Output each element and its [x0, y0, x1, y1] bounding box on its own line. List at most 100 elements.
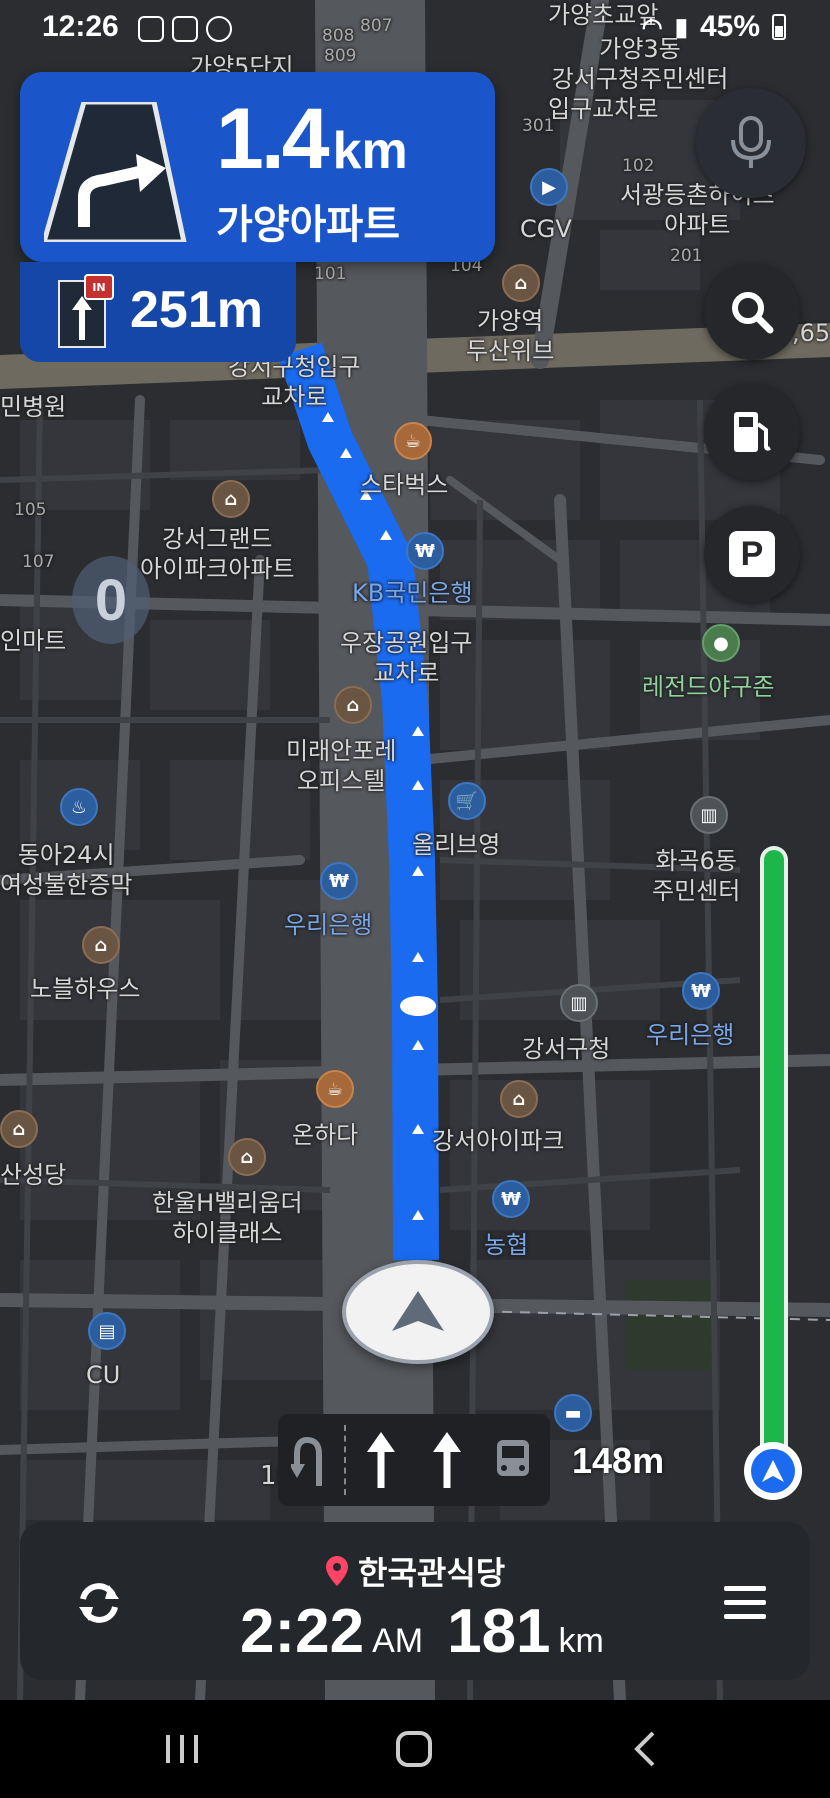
destination-name: 한국관식당 [358, 1554, 506, 1592]
turn-right-arrow-icon [44, 102, 187, 242]
status-right: ◠ ▮ 45% [642, 10, 786, 44]
map-label: 동아24시 여성불한증막 [0, 841, 133, 899]
building-icon[interactable]: ⌂ [82, 926, 120, 964]
reroute-icon [79, 1583, 119, 1623]
church-icon[interactable]: ⌂ [0, 1110, 38, 1148]
interchange-badge: IN [84, 274, 114, 300]
route-progress-fill [764, 850, 784, 1462]
hotel-icon[interactable]: ▬ [554, 1394, 592, 1432]
building-number: 107 [22, 552, 55, 572]
car-notification-icon [138, 16, 164, 42]
remaining-distance-unit: km [558, 1622, 604, 1660]
store-icon[interactable]: ▤ [88, 1312, 126, 1350]
map-label: 노블하우스 [30, 975, 141, 1003]
map-label: KB국민은행 [352, 579, 473, 607]
building-number: 101 [314, 264, 347, 284]
map-label: 인마트 [0, 627, 67, 655]
notification-icons [138, 16, 232, 42]
microphone-icon [731, 116, 771, 168]
map-label: 미래안포레 오피스텔 [286, 737, 397, 795]
back-button[interactable] [616, 1724, 676, 1774]
bank-icon[interactable]: ₩ [682, 972, 720, 1010]
building-icon[interactable]: ⌂ [334, 686, 372, 724]
turn-distance: 1.4 km [216, 90, 408, 189]
eta-row: 2:22 AM 181 km [240, 1596, 604, 1667]
speed-indicator: 0 [72, 556, 150, 644]
map-label: 입구교차로 [548, 95, 659, 123]
government-icon[interactable]: ▥ [560, 984, 598, 1022]
wifi-icon: ◠ [641, 13, 663, 41]
building-icon[interactable]: ⌂ [500, 1080, 538, 1118]
map-label: 우리은행 [284, 911, 373, 939]
government-icon[interactable]: ▥ [690, 796, 728, 834]
bank-icon[interactable]: ₩ [492, 1180, 530, 1218]
map-label: 스타벅스 [360, 471, 449, 499]
menu-button[interactable] [710, 1568, 780, 1638]
system-navigation-bar [0, 1700, 830, 1798]
building-number: 301 [522, 116, 555, 136]
gas-station-icon [734, 412, 771, 452]
map-label: 민병원 [0, 393, 67, 421]
moon-notification-icon [206, 16, 232, 42]
parking-icon: P [729, 531, 775, 577]
bank-icon[interactable]: ₩ [320, 862, 358, 900]
menu-icon [724, 1586, 766, 1619]
search-button[interactable] [704, 264, 800, 360]
recent-apps-button[interactable] [152, 1724, 212, 1774]
signal-icon: ▮ [674, 13, 688, 41]
vehicle-marker-icon [342, 1260, 494, 1364]
map-label: 올리브영 [412, 831, 501, 859]
home-button[interactable] [384, 1724, 444, 1774]
bank-icon[interactable]: ₩ [406, 532, 444, 570]
building-number: 102 [622, 156, 655, 176]
turn-destination: 가양아파트 [216, 202, 400, 248]
map-label: 산성당 [0, 1161, 67, 1189]
sauna-icon[interactable]: ♨ [60, 788, 98, 826]
map-label: 강서구청 [522, 1035, 611, 1063]
map-label: 강서그랜드 아이파크아파트 [140, 525, 295, 583]
lane-distance: 148m [572, 1440, 665, 1481]
battery-percent: 45% [699, 10, 760, 43]
straight-lane-icon [348, 1414, 414, 1506]
home-icon [396, 1731, 432, 1767]
gas-station-button[interactable] [704, 384, 800, 480]
map-label: 가양역 두산위브 [466, 307, 555, 365]
route-progress-bar [760, 846, 788, 1466]
parking-button[interactable]: P [704, 506, 800, 602]
turn-guidance-card[interactable]: 1.4 km 가양아파트 [20, 72, 495, 262]
cafe-icon[interactable]: ☕ [316, 1070, 354, 1108]
movie-icon[interactable]: ▶ [530, 168, 568, 206]
voice-button[interactable] [696, 88, 806, 198]
u-turn-lane-icon [278, 1414, 344, 1506]
cafe-icon[interactable]: ☕ [394, 422, 432, 460]
next-guidance-card[interactable]: IN 251m [20, 262, 296, 362]
building-icon[interactable]: ⌂ [502, 264, 540, 302]
lane-guidance [278, 1414, 550, 1506]
status-bar: 12:26 ◠ ▮ 45% [0, 0, 830, 64]
straight-lane-icon [414, 1414, 480, 1506]
map-label: CGV [520, 215, 572, 243]
turn-distance-unit: km [332, 122, 408, 180]
search-icon [732, 292, 774, 334]
shopping-icon[interactable]: 🛒 [448, 782, 486, 820]
building-number: 105 [14, 500, 47, 520]
map-label: CU [86, 1361, 121, 1389]
map-label: 온하다 [292, 1121, 359, 1149]
map-label: 강서아이파크 [432, 1127, 565, 1155]
game-icon[interactable]: ● [702, 624, 740, 662]
map-label: 레전드야구존 [642, 673, 775, 701]
eta-time: 2:22 [240, 1597, 365, 1666]
building-icon[interactable]: ⌂ [228, 1138, 266, 1176]
map-label: 우리은행 [646, 1021, 735, 1049]
reroute-button[interactable] [64, 1568, 134, 1638]
building-icon[interactable]: ⌂ [212, 480, 250, 518]
current-position-icon [744, 1442, 802, 1500]
status-time: 12:26 [42, 10, 119, 43]
map-label: 농협 [484, 1231, 529, 1259]
back-icon [634, 1731, 655, 1767]
trip-summary-panel[interactable]: 한국관식당 2:22 AM 181 km [20, 1522, 810, 1680]
map-label: 한울H밸리움더 하이클래스 [152, 1189, 303, 1247]
building-number: 201 [670, 246, 703, 266]
recent-apps-icon [166, 1735, 198, 1763]
remaining-distance: 181 [447, 1597, 551, 1666]
